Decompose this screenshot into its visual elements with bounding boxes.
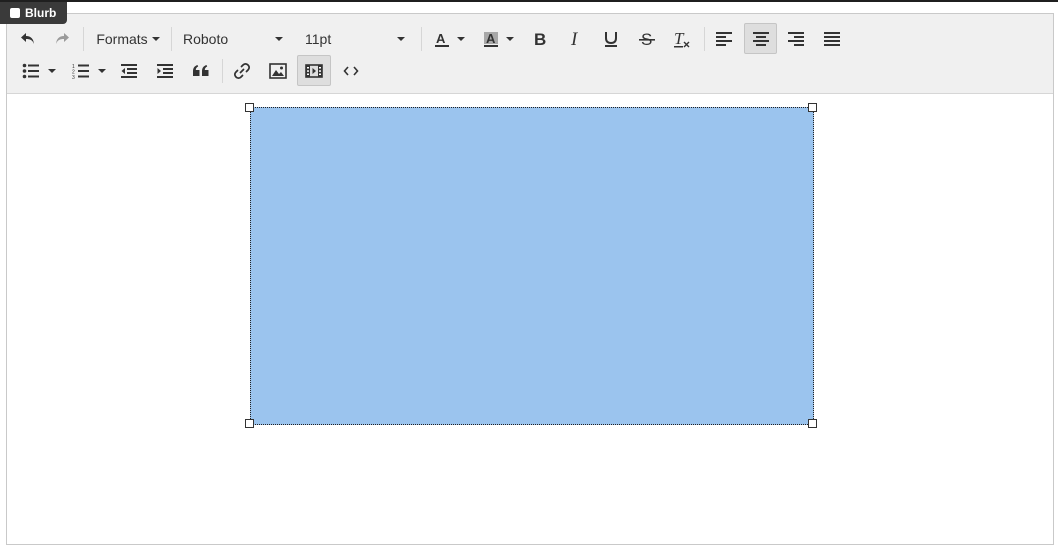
toolbar-separator bbox=[83, 27, 84, 51]
bullet-list-button[interactable] bbox=[17, 56, 61, 86]
image-icon bbox=[269, 63, 287, 79]
resize-handle-bottom-right[interactable] bbox=[808, 419, 817, 428]
italic-icon: I bbox=[570, 30, 579, 48]
redo-button[interactable] bbox=[49, 24, 75, 54]
decrease-indent-button[interactable] bbox=[115, 56, 143, 86]
link-icon bbox=[233, 62, 251, 80]
chevron-down-icon bbox=[505, 37, 514, 41]
chevron-down-icon bbox=[98, 69, 106, 73]
insert-image-button[interactable] bbox=[263, 56, 293, 86]
font-family-value: Roboto bbox=[183, 31, 229, 47]
editor-toolbar: Formats Roboto 11pt A A B I T 1 2 3 bbox=[7, 14, 1053, 94]
underline-button[interactable] bbox=[597, 24, 625, 54]
resize-handle-top-right[interactable] bbox=[808, 103, 817, 112]
indent-icon bbox=[157, 64, 173, 78]
blockquote-button[interactable] bbox=[187, 56, 215, 86]
blurb-label: Blurb bbox=[25, 6, 57, 20]
align-right-icon bbox=[788, 32, 804, 46]
editor-content-area[interactable] bbox=[7, 94, 1053, 544]
font-size-value: 11pt bbox=[305, 31, 332, 47]
font-family-select[interactable]: Roboto bbox=[177, 24, 289, 54]
italic-button[interactable]: I bbox=[562, 24, 590, 54]
svg-text:3: 3 bbox=[72, 75, 75, 79]
svg-text:T: T bbox=[674, 30, 685, 48]
chevron-down-icon bbox=[275, 37, 283, 41]
bold-icon: B bbox=[534, 30, 546, 48]
undo-icon bbox=[21, 33, 34, 44]
resize-handle-top-left[interactable] bbox=[245, 103, 254, 112]
outdent-icon bbox=[121, 64, 137, 78]
code-icon bbox=[343, 66, 359, 76]
strikethrough-button[interactable]: S bbox=[633, 24, 661, 54]
svg-text:I: I bbox=[570, 30, 579, 48]
clear-formatting-icon: T bbox=[674, 30, 690, 48]
blurb-tag[interactable]: Blurb bbox=[0, 2, 67, 24]
chevron-down-icon bbox=[397, 37, 405, 41]
resize-handle-bottom-left[interactable] bbox=[245, 419, 254, 428]
undo-button[interactable] bbox=[15, 24, 41, 54]
redo-icon bbox=[56, 33, 69, 44]
insert-link-button[interactable] bbox=[227, 56, 257, 86]
numbered-list-button[interactable]: 123 bbox=[67, 56, 111, 86]
numbered-list-icon: 123 bbox=[72, 64, 89, 79]
chevron-down-icon bbox=[456, 37, 465, 41]
justify-button[interactable] bbox=[817, 24, 847, 54]
chevron-down-icon bbox=[151, 37, 160, 41]
underline-icon bbox=[605, 32, 617, 47]
toolbar-separator bbox=[171, 27, 172, 51]
bullet-list-icon bbox=[22, 63, 39, 79]
align-right-button[interactable] bbox=[781, 24, 811, 54]
window-top-border bbox=[0, 0, 1058, 2]
clear-formatting-button[interactable]: T bbox=[668, 24, 696, 54]
background-color-button[interactable]: A bbox=[476, 24, 520, 54]
align-center-button[interactable] bbox=[744, 23, 777, 54]
embedded-media-placeholder[interactable] bbox=[250, 107, 814, 425]
quote-icon bbox=[193, 65, 209, 76]
align-center-icon bbox=[752, 31, 769, 46]
svg-text:A: A bbox=[436, 31, 446, 46]
media-icon bbox=[305, 63, 323, 78]
align-left-icon bbox=[716, 32, 732, 46]
strikethrough-icon: S bbox=[639, 30, 655, 48]
blurb-checkbox[interactable] bbox=[10, 8, 20, 18]
insert-media-button[interactable] bbox=[297, 55, 331, 86]
svg-text:A: A bbox=[486, 31, 496, 46]
text-color-icon: A bbox=[434, 31, 449, 47]
rich-text-editor: Formats Roboto 11pt A A B I T 1 2 3 bbox=[6, 13, 1054, 545]
text-color-button[interactable]: A bbox=[427, 24, 471, 54]
bold-button[interactable]: B bbox=[526, 24, 554, 54]
svg-text:B: B bbox=[534, 30, 546, 48]
font-size-select[interactable]: 11pt bbox=[299, 24, 411, 54]
align-left-button[interactable] bbox=[709, 24, 739, 54]
align-justify-icon bbox=[824, 32, 840, 46]
source-code-button[interactable] bbox=[336, 56, 366, 86]
chevron-down-icon bbox=[48, 69, 56, 73]
toolbar-separator bbox=[421, 27, 422, 51]
toolbar-separator bbox=[704, 27, 705, 51]
toolbar-separator bbox=[222, 59, 223, 83]
formats-dropdown[interactable]: Formats bbox=[91, 24, 165, 54]
formats-label: Formats bbox=[96, 31, 148, 47]
increase-indent-button[interactable] bbox=[151, 56, 179, 86]
background-color-icon: A bbox=[483, 31, 498, 47]
